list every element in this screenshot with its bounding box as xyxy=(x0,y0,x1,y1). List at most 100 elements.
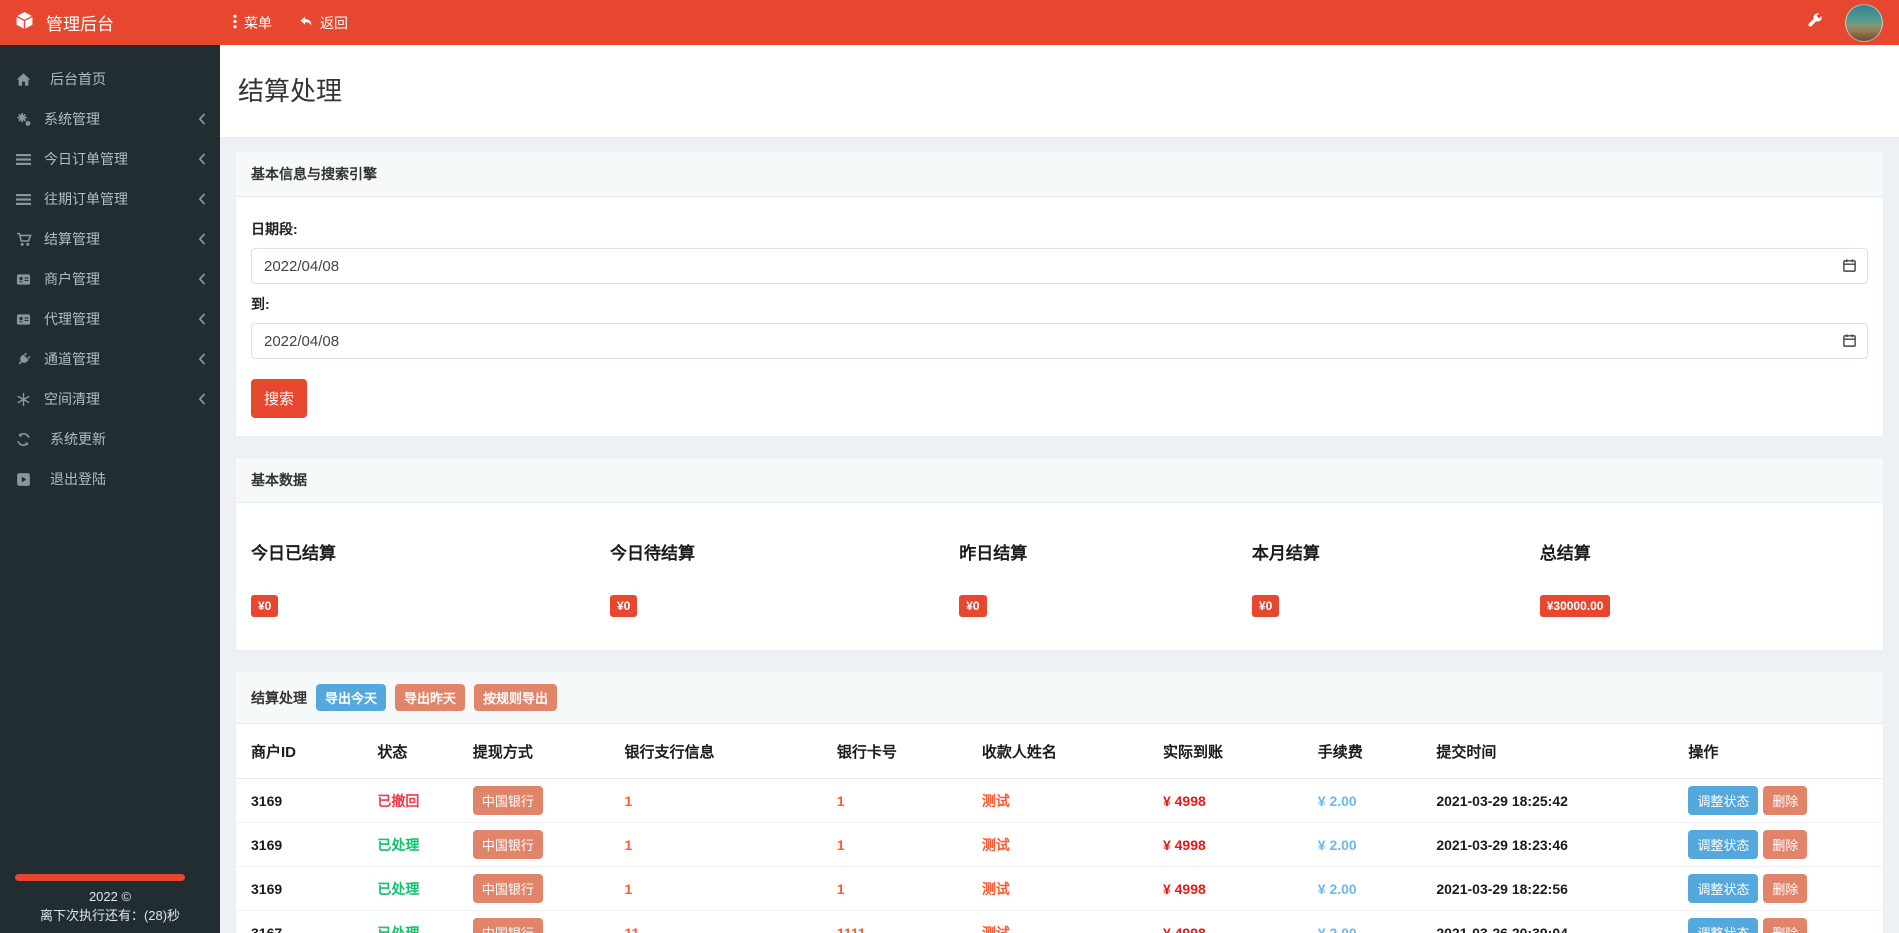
id-card-icon xyxy=(16,272,44,287)
cell-payee: 测试 xyxy=(973,866,1155,911)
sidebar-item-merchants[interactable]: 商户管理 xyxy=(0,259,220,299)
stat-label: 昨日结算 xyxy=(959,544,1028,563)
cell-merchant-id: 3167 xyxy=(236,910,370,933)
back-link-label: 返回 xyxy=(320,14,348,31)
cell-fee: ¥ 2.00 xyxy=(1309,778,1429,823)
content-header: 结算处理 xyxy=(220,45,1899,138)
home-icon xyxy=(16,72,44,87)
bank-badge: 中国银行 xyxy=(472,786,543,815)
back-link[interactable]: 返回 xyxy=(298,13,348,33)
brand-title: 管理后台 xyxy=(46,15,114,34)
sidebar-item-logout[interactable]: 退出登陆 xyxy=(0,459,220,499)
snowflake-icon xyxy=(16,392,44,407)
sidebar-footer: 2022 © 离下次执行还有：(28)秒 xyxy=(0,887,220,925)
cell-merchant-id: 3169 xyxy=(236,778,370,823)
col-branch-info: 银行支行信息 xyxy=(616,724,829,779)
cell-fee: ¥ 2.00 xyxy=(1309,866,1429,911)
sidebar-item-label: 往期订单管理 xyxy=(44,191,128,207)
reply-arrow-icon xyxy=(298,14,314,31)
footer-timer: 离下次执行还有：(28)秒 xyxy=(39,908,181,923)
delete-button[interactable]: 删除 xyxy=(1763,786,1808,815)
sidebar-item-today-orders[interactable]: 今日订单管理 xyxy=(0,139,220,179)
col-amount: 实际到账 xyxy=(1154,724,1310,779)
table-row: 3169 已处理 中国银行 1 1 测试 ¥ 4998 ¥ 2.00 2021-… xyxy=(236,822,1883,867)
sidebar-item-channels[interactable]: 通道管理 xyxy=(0,339,220,379)
col-payee: 收款人姓名 xyxy=(973,724,1155,779)
settlement-table-panel: 结算处理 导出今天 导出昨天 按规则导出 商户ID 状态 提现方式 银行支行信息 xyxy=(235,671,1884,933)
date-to-label: 到: xyxy=(251,296,270,312)
col-method: 提现方式 xyxy=(464,724,617,779)
dots-vertical-icon xyxy=(232,14,238,32)
sidebar-item-label: 代理管理 xyxy=(44,311,100,327)
brand[interactable]: 管理后台 xyxy=(0,0,220,45)
cart-icon xyxy=(16,232,44,247)
chevron-left-icon xyxy=(198,273,206,285)
delete-button[interactable]: 删除 xyxy=(1763,830,1808,859)
col-status: 状态 xyxy=(369,724,465,779)
cell-amount: ¥ 4998 xyxy=(1154,778,1310,823)
menu-toggle[interactable]: 菜单 xyxy=(232,13,272,33)
adjust-status-button[interactable]: 调整状态 xyxy=(1688,874,1759,903)
chevron-left-icon xyxy=(198,233,206,245)
adjust-status-button[interactable]: 调整状态 xyxy=(1688,918,1759,933)
wrench-icon[interactable] xyxy=(1806,12,1823,34)
stat-value-badge: ¥0 xyxy=(959,595,987,617)
table-header-row: 商户ID 状态 提现方式 银行支行信息 银行卡号 收款人姓名 实际到账 手续费 … xyxy=(236,724,1883,779)
stat-pending-today: 今日待结算 ¥0 xyxy=(609,539,959,617)
stat-label: 本月结算 xyxy=(1251,544,1320,563)
gears-icon xyxy=(16,112,44,127)
cell-branch: 11 xyxy=(616,910,829,933)
search-panel: 基本信息与搜索引擎 日期段: 到: 搜索 xyxy=(235,151,1884,437)
table-row: 3169 已处理 中国银行 1 1 测试 ¥ 4998 ¥ 2.00 2021-… xyxy=(236,866,1883,911)
cell-branch: 1 xyxy=(616,822,829,867)
stat-label: 总结算 xyxy=(1539,544,1591,563)
sidebar-item-update[interactable]: 系统更新 xyxy=(0,419,220,459)
sidebar-item-label: 通道管理 xyxy=(44,351,100,367)
id-card-icon xyxy=(16,312,44,327)
topbar: 管理后台 菜单 返回 xyxy=(0,0,1899,45)
sidebar-item-label: 空间清理 xyxy=(44,391,100,407)
search-panel-title: 基本信息与搜索引擎 xyxy=(236,152,1883,197)
chevron-left-icon xyxy=(198,353,206,365)
bank-badge: 中国银行 xyxy=(472,874,543,903)
sidebar-item-agents[interactable]: 代理管理 xyxy=(0,299,220,339)
col-merchant-id: 商户ID xyxy=(236,724,370,779)
adjust-status-button[interactable]: 调整状态 xyxy=(1688,786,1759,815)
stats-panel: 基本数据 今日已结算 ¥0 今日待结算 ¥0 昨日结算 ¥0 本月结算 ¥0 总… xyxy=(235,457,1884,651)
calendar-icon[interactable] xyxy=(1842,258,1857,278)
col-card-number: 银行卡号 xyxy=(828,724,974,779)
settlement-table: 商户ID 状态 提现方式 银行支行信息 银行卡号 收款人姓名 实际到账 手续费 … xyxy=(236,724,1883,933)
status-badge: 已处理 xyxy=(369,910,465,933)
export-by-rule-button[interactable]: 按规则导出 xyxy=(474,684,558,711)
sidebar-item-settlement[interactable]: 结算管理 xyxy=(0,219,220,259)
bank-badge: 中国银行 xyxy=(472,918,543,933)
cell-branch: 1 xyxy=(616,866,829,911)
stat-total: 总结算 ¥30000.00 xyxy=(1539,539,1868,617)
cell-fee: ¥ 2.00 xyxy=(1309,910,1429,933)
calendar-icon[interactable] xyxy=(1842,333,1857,353)
export-yesterday-button[interactable]: 导出昨天 xyxy=(395,684,466,711)
stat-settled-today: 今日已结算 ¥0 xyxy=(251,539,610,617)
sidebar-item-system[interactable]: 系统管理 xyxy=(0,99,220,139)
date-to-input[interactable] xyxy=(251,323,1868,359)
chevron-left-icon xyxy=(198,153,206,165)
cell-amount: ¥ 4998 xyxy=(1154,822,1310,867)
sidebar-item-home[interactable]: 后台首页 xyxy=(0,59,220,99)
delete-button[interactable]: 删除 xyxy=(1763,874,1808,903)
main-content: 结算处理 基本信息与搜索引擎 日期段: 到: xyxy=(220,0,1899,933)
list-icon xyxy=(16,193,44,206)
cell-card: 1111 xyxy=(828,910,974,933)
cell-card: 1 xyxy=(828,866,974,911)
date-from-input[interactable] xyxy=(251,248,1868,284)
cell-merchant-id: 3169 xyxy=(236,866,370,911)
delete-button[interactable]: 删除 xyxy=(1763,918,1808,933)
refresh-icon xyxy=(16,432,44,447)
export-today-button[interactable]: 导出今天 xyxy=(316,684,387,711)
user-avatar[interactable] xyxy=(1845,3,1883,42)
search-button[interactable]: 搜索 xyxy=(251,379,308,418)
adjust-status-button[interactable]: 调整状态 xyxy=(1688,830,1759,859)
sidebar-item-label: 退出登陆 xyxy=(50,471,106,487)
sidebar-item-cleanup[interactable]: 空间清理 xyxy=(0,379,220,419)
stat-label: 今日已结算 xyxy=(251,544,336,563)
sidebar-item-past-orders[interactable]: 往期订单管理 xyxy=(0,179,220,219)
